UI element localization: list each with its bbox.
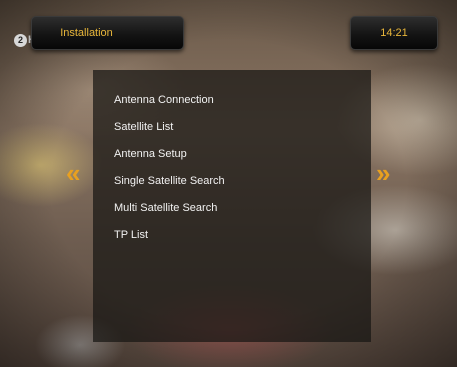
installation-menu-panel: Antenna Connection Satellite List Antenn… [93, 70, 371, 342]
menu-title-bar: Installation [31, 16, 184, 50]
menu-item-satellite-list[interactable]: Satellite List [114, 119, 173, 135]
next-menu-arrow-icon[interactable]: » [376, 160, 391, 186]
menu-item-antenna-setup[interactable]: Antenna Setup [114, 146, 187, 162]
menu-item-multi-satellite-search[interactable]: Multi Satellite Search [114, 200, 217, 216]
menu-item-single-satellite-search[interactable]: Single Satellite Search [114, 173, 225, 189]
menu-item-antenna-connection[interactable]: Antenna Connection [114, 92, 214, 108]
clock-bar: 14:21 [350, 16, 438, 50]
clock-time: 14:21 [380, 27, 408, 39]
menu-item-tp-list[interactable]: TP List [114, 227, 148, 243]
channel-logo-mark: 2 [14, 33, 27, 47]
previous-menu-arrow-icon[interactable]: « [66, 160, 81, 186]
menu-title: Installation [60, 27, 113, 39]
